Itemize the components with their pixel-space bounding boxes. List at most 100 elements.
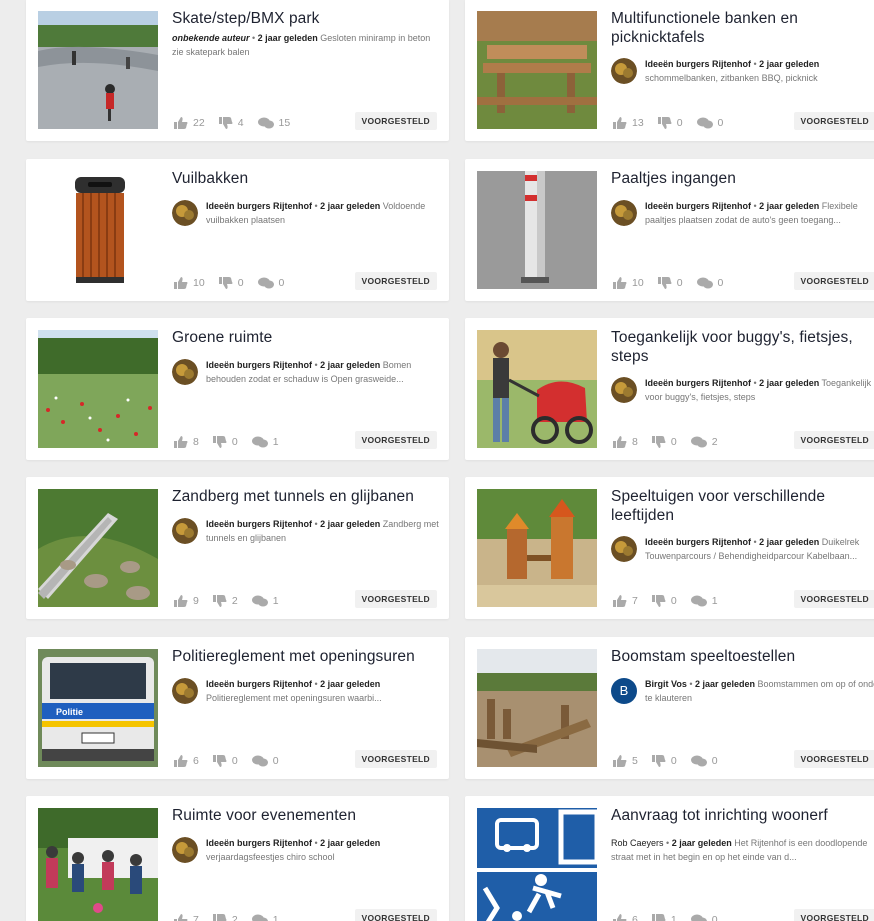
dislike-count: 0	[670, 755, 677, 767]
dislike-button[interactable]: 2	[212, 914, 238, 921]
idea-card[interactable]: Speeltuigen voor verschillende leeftijde…	[465, 477, 874, 619]
idea-title[interactable]: Skate/step/BMX park	[172, 9, 441, 28]
comments-button[interactable]: 1	[251, 436, 279, 448]
idea-title[interactable]: Speeltuigen voor verschillende leeftijde…	[611, 487, 874, 525]
idea-title[interactable]: Boomstam speeltoestellen	[611, 647, 874, 666]
idea-card[interactable]: Ruimte voor evenementen Ideeën burgers R…	[26, 796, 449, 921]
idea-title[interactable]: Ruimte voor evenementen	[172, 806, 441, 825]
avatar[interactable]	[611, 58, 637, 84]
idea-card[interactable]: Politie Politiereglement met openingsure…	[26, 637, 449, 779]
idea-author[interactable]: Rob Caeyers	[611, 838, 664, 848]
comments-icon	[257, 277, 274, 289]
like-button[interactable]: 5	[613, 755, 638, 767]
dislike-button[interactable]: 0	[651, 595, 677, 607]
dislike-count: 0	[676, 277, 683, 289]
like-count: 10	[632, 277, 644, 289]
idea-title[interactable]: Toegankelijk voor buggy's, fietsjes, ste…	[611, 328, 874, 366]
idea-author[interactable]: Ideeën burgers Rijtenhof	[645, 378, 751, 388]
avatar[interactable]	[611, 377, 637, 403]
idea-card[interactable]: Paaltjes ingangen Ideeën burgers Rijtenh…	[465, 159, 874, 301]
idea-title[interactable]: Aanvraag tot inrichting woonerf	[611, 806, 874, 825]
like-count: 9	[193, 595, 199, 607]
avatar[interactable]	[611, 536, 637, 562]
dislike-button[interactable]: 2	[212, 595, 238, 607]
idea-card[interactable]: Zandberg met tunnels en glijbanen Ideeën…	[26, 477, 449, 619]
idea-title[interactable]: Paaltjes ingangen	[611, 169, 874, 188]
idea-card[interactable]: Groene ruimte Ideeën burgers Rijtenhof •…	[26, 318, 449, 460]
idea-card[interactable]: Aanvraag tot inrichting woonerf Rob Caey…	[465, 796, 874, 921]
like-button[interactable]: 6	[613, 914, 638, 921]
avatar[interactable]	[172, 359, 198, 385]
thumbs-up-icon	[174, 117, 188, 129]
avatar[interactable]: B	[611, 678, 637, 704]
idea-author[interactable]: Ideeën burgers Rijtenhof	[645, 201, 751, 211]
dislike-button[interactable]: 0	[657, 117, 683, 129]
idea-author[interactable]: Ideeën burgers Rijtenhof	[645, 537, 751, 547]
like-count: 7	[193, 914, 199, 921]
comments-button[interactable]: 1	[690, 595, 718, 607]
like-button[interactable]: 6	[174, 755, 199, 767]
idea-card[interactable]: Vuilbakken Ideeën burgers Rijtenhof • 2 …	[26, 159, 449, 301]
dislike-button[interactable]: 4	[218, 117, 244, 129]
like-button[interactable]: 22	[174, 117, 205, 129]
like-button[interactable]: 10	[613, 277, 644, 289]
like-button[interactable]: 9	[174, 595, 199, 607]
comments-button[interactable]: 0	[251, 755, 279, 767]
comments-button[interactable]: 0	[696, 117, 723, 129]
idea-card[interactable]: Multifunctionele banken en picknicktafel…	[465, 0, 874, 141]
like-count: 7	[632, 595, 638, 607]
like-button[interactable]: 10	[174, 277, 205, 289]
idea-title[interactable]: Zandberg met tunnels en glijbanen	[172, 487, 441, 506]
idea-author[interactable]: Ideeën burgers Rijtenhof	[206, 519, 312, 529]
idea-age: 2 jaar geleden	[320, 201, 381, 211]
idea-author[interactable]: onbekende auteur	[172, 33, 250, 43]
idea-stats: 8 0 2	[613, 436, 732, 448]
idea-author[interactable]: Ideeën burgers Rijtenhof	[206, 360, 312, 370]
comments-button[interactable]: 15	[257, 117, 290, 129]
idea-meta: Ideeën burgers Rijtenhof • 2 jaar gelede…	[611, 199, 874, 227]
comments-button[interactable]: 0	[690, 755, 718, 767]
idea-author[interactable]: Ideeën burgers Rijtenhof	[206, 201, 312, 211]
like-button[interactable]: 7	[613, 595, 638, 607]
dislike-button[interactable]: 0	[218, 277, 244, 289]
comments-button[interactable]: 0	[257, 277, 284, 289]
comments-button[interactable]: 2	[690, 436, 718, 448]
idea-author[interactable]: Birgit Vos	[645, 679, 687, 689]
comments-button[interactable]: 0	[696, 277, 723, 289]
dislike-button[interactable]: 0	[212, 436, 238, 448]
avatar[interactable]	[172, 678, 198, 704]
avatar[interactable]	[611, 200, 637, 226]
like-button[interactable]: 7	[174, 914, 199, 921]
avatar[interactable]	[172, 518, 198, 544]
comments-button[interactable]: 1	[251, 914, 279, 921]
dislike-button[interactable]: 0	[212, 755, 238, 767]
idea-age: 2 jaar geleden	[320, 838, 381, 848]
avatar[interactable]	[172, 837, 198, 863]
idea-author[interactable]: Ideeën burgers Rijtenhof	[206, 679, 312, 689]
idea-title[interactable]: Groene ruimte	[172, 328, 441, 347]
idea-title[interactable]: Vuilbakken	[172, 169, 441, 188]
dislike-button[interactable]: 0	[651, 755, 677, 767]
idea-author[interactable]: Ideeën burgers Rijtenhof	[645, 59, 751, 69]
like-button[interactable]: 8	[613, 436, 638, 448]
dislike-button[interactable]: 1	[651, 914, 677, 921]
idea-card[interactable]: Skate/step/BMX park onbekende auteur • 2…	[26, 0, 449, 141]
dislike-button[interactable]: 0	[651, 436, 677, 448]
idea-card[interactable]: Boomstam speeltoestellen B Birgit Vos • …	[465, 637, 874, 779]
comments-button[interactable]: 0	[690, 914, 718, 921]
idea-stats: 6 0 0	[174, 755, 293, 767]
dislike-button[interactable]: 0	[657, 277, 683, 289]
idea-title[interactable]: Multifunctionele banken en picknicktafel…	[611, 9, 874, 47]
like-button[interactable]: 13	[613, 117, 644, 129]
status-badge: VOORGESTELD	[793, 590, 874, 608]
comments-button[interactable]: 1	[251, 595, 279, 607]
thumbs-down-icon	[212, 436, 227, 448]
like-button[interactable]: 8	[174, 436, 199, 448]
idea-image: Politie	[38, 649, 158, 767]
idea-card[interactable]: Toegankelijk voor buggy's, fietsjes, ste…	[465, 318, 874, 460]
idea-author[interactable]: Ideeën burgers Rijtenhof	[206, 838, 312, 848]
idea-title[interactable]: Politiereglement met openingsuren	[172, 647, 441, 666]
thumbs-down-icon	[651, 914, 666, 921]
idea-age: 2 jaar geleden	[671, 838, 732, 848]
avatar[interactable]	[172, 200, 198, 226]
